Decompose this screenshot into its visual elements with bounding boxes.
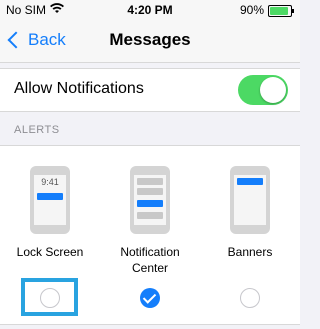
- toggle-knob: [260, 77, 286, 103]
- highlight-box: [21, 278, 78, 316]
- preview-time: 9:41: [41, 177, 59, 187]
- allow-notifications-row: Allow Notifications: [0, 68, 300, 112]
- navigation-bar: Back Messages: [0, 22, 300, 63]
- alerts-section-header: ALERTS: [14, 124, 60, 136]
- alert-option-banners[interactable]: Banners: [200, 146, 300, 324]
- label-line-2: Center: [131, 261, 169, 275]
- alert-option-notification-center[interactable]: Notification Center: [100, 146, 200, 324]
- notification-center-preview-icon: [130, 166, 170, 234]
- page-title: Messages: [109, 30, 191, 49]
- banners-radio[interactable]: [240, 288, 260, 308]
- status-bar: No SIM 4:20 PM 90%: [0, 0, 300, 22]
- allow-notifications-label: Allow Notifications: [14, 80, 144, 97]
- allow-notifications-toggle[interactable]: [238, 75, 288, 105]
- lock-screen-preview-icon: 9:41: [30, 166, 70, 234]
- battery-percent: 90%: [239, 3, 264, 17]
- alert-option-label: Banners: [227, 245, 273, 259]
- notification-center-radio[interactable]: [140, 288, 160, 308]
- label-line-1: Notification: [120, 245, 180, 259]
- alert-option-label: Notification Center: [100, 244, 200, 276]
- banners-preview-icon: [230, 166, 270, 234]
- alert-option-label: Lock Screen: [16, 245, 84, 259]
- battery-icon: [268, 5, 294, 17]
